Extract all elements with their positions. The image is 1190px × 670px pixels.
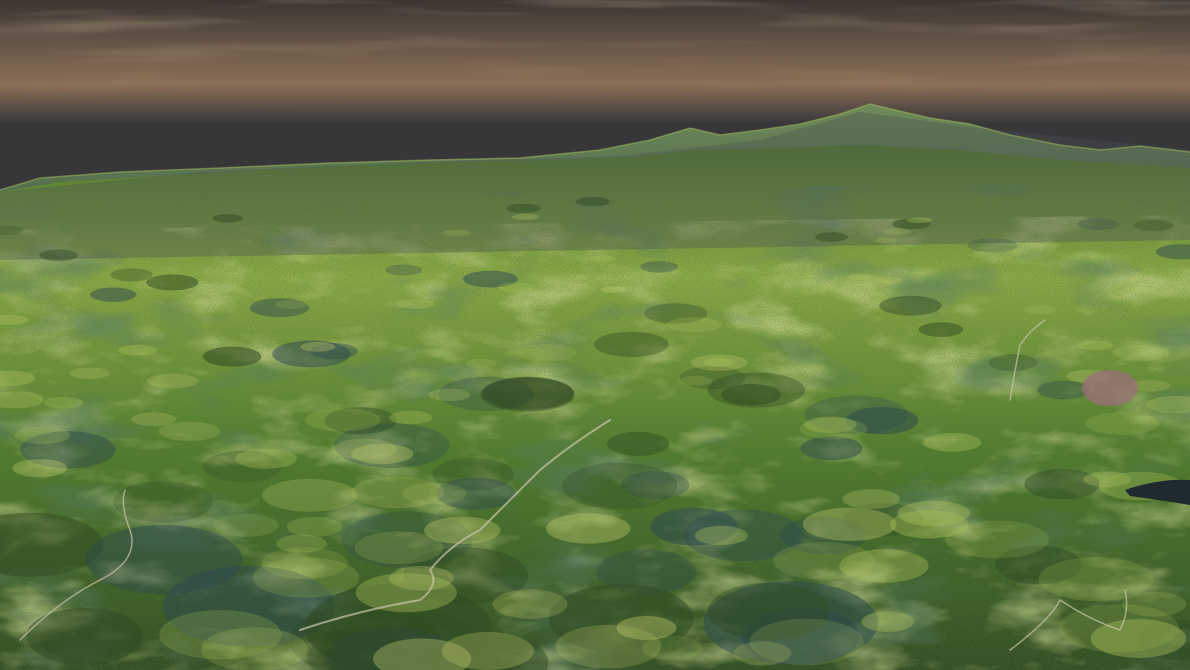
shadow-patch <box>918 322 964 337</box>
meadow-patch <box>1122 591 1187 617</box>
meadow-patch <box>14 426 71 445</box>
meadow-patch <box>441 632 534 670</box>
shadow-patch <box>146 274 199 291</box>
meadow-patch <box>449 258 483 267</box>
meadow-patch <box>802 507 897 541</box>
meadow-patch <box>799 418 868 440</box>
meadow-patch <box>889 510 969 539</box>
meadow-patch <box>235 448 297 469</box>
meadow-patch <box>43 396 84 409</box>
meadow-patch <box>286 516 343 537</box>
shadow-patch <box>606 431 670 456</box>
meadow-patch <box>497 282 535 292</box>
meadow-patch <box>922 433 982 452</box>
shadow-patch <box>988 354 1038 371</box>
shadow-patch <box>1037 380 1090 400</box>
meadow-patch <box>389 410 432 425</box>
meadow-patch <box>147 373 199 389</box>
shadow-patch <box>575 197 610 207</box>
meadow-patch <box>883 228 912 235</box>
meadow-patch <box>874 237 898 244</box>
shadow-patch <box>110 268 153 282</box>
meadow-patch <box>442 229 472 237</box>
meadow-patch <box>846 273 874 281</box>
meadow-patch <box>861 611 914 633</box>
meadow-patch <box>131 412 176 427</box>
meadow-patch <box>294 254 332 264</box>
meadow-patch <box>1124 285 1152 293</box>
meadow-patch <box>213 513 279 538</box>
shadow-patch <box>594 331 669 357</box>
shadow-patch <box>1024 468 1100 500</box>
meadow-patch <box>1083 471 1131 488</box>
shadow-patch <box>113 481 213 523</box>
meadow-patch <box>1112 345 1170 361</box>
shadow-patch <box>26 608 144 665</box>
meadow-patch <box>351 443 414 464</box>
terrain-render <box>0 0 1190 670</box>
terrain-scene <box>0 0 1190 670</box>
bare-soil-patch <box>1082 370 1138 406</box>
shadow-patch <box>39 249 79 261</box>
meadow-patch <box>906 217 932 224</box>
meadow-patch <box>690 354 748 371</box>
meadow-patch <box>511 213 540 220</box>
shadow-patch <box>212 214 244 223</box>
sky-clouds <box>0 0 1190 110</box>
meadow-patch <box>350 476 444 509</box>
meadow-patch <box>872 276 904 285</box>
meadow-patch <box>678 375 713 386</box>
shadow-patch <box>85 525 243 595</box>
meadow-patch <box>555 624 662 669</box>
shadow-patch <box>90 287 137 302</box>
shadow-patch <box>506 203 541 213</box>
meadow-patch <box>667 317 722 333</box>
meadow-patch <box>384 300 414 308</box>
shadow-patch <box>203 346 262 367</box>
meadow-patch <box>300 341 336 352</box>
meadow-patch <box>252 557 360 598</box>
shadow-patch <box>1077 218 1120 230</box>
meadow-patch <box>305 408 381 432</box>
meadow-patch <box>492 589 568 619</box>
meadow-patch <box>773 541 875 580</box>
meadow-patch <box>275 300 309 309</box>
meadow-patch <box>1077 340 1114 351</box>
meadow-patch <box>262 478 358 512</box>
meadow-patch <box>797 287 828 295</box>
shadow-patch <box>721 383 781 406</box>
meadow-patch <box>601 286 626 293</box>
meadow-patch <box>545 513 631 544</box>
shadow-patch <box>967 238 1018 253</box>
meadow-patch <box>354 531 444 564</box>
shadow-patch <box>562 462 678 510</box>
meadow-patch <box>515 344 577 362</box>
shadow-patch <box>385 264 422 276</box>
meadow-patch <box>1022 305 1057 315</box>
meadow-patch <box>589 255 617 262</box>
meadow-patch <box>428 388 471 402</box>
meadow-patch <box>694 525 749 546</box>
shadow-patch <box>800 436 863 461</box>
shadow-patch <box>480 377 575 412</box>
meadow-patch <box>118 344 158 356</box>
shadow-patch <box>1133 219 1174 231</box>
meadow-patch <box>389 565 454 591</box>
meadow-patch <box>880 247 908 254</box>
shadow-patch <box>815 232 848 242</box>
meadow-patch <box>159 610 282 660</box>
meadow-patch <box>842 489 900 509</box>
shadow-patch <box>640 261 679 273</box>
shadow-patch <box>879 295 942 316</box>
meadow-patch <box>749 618 864 666</box>
meadow-patch <box>69 367 110 380</box>
meadow-patch <box>12 459 68 478</box>
meadow-patch <box>1085 412 1160 435</box>
meadow-patch <box>465 358 498 368</box>
